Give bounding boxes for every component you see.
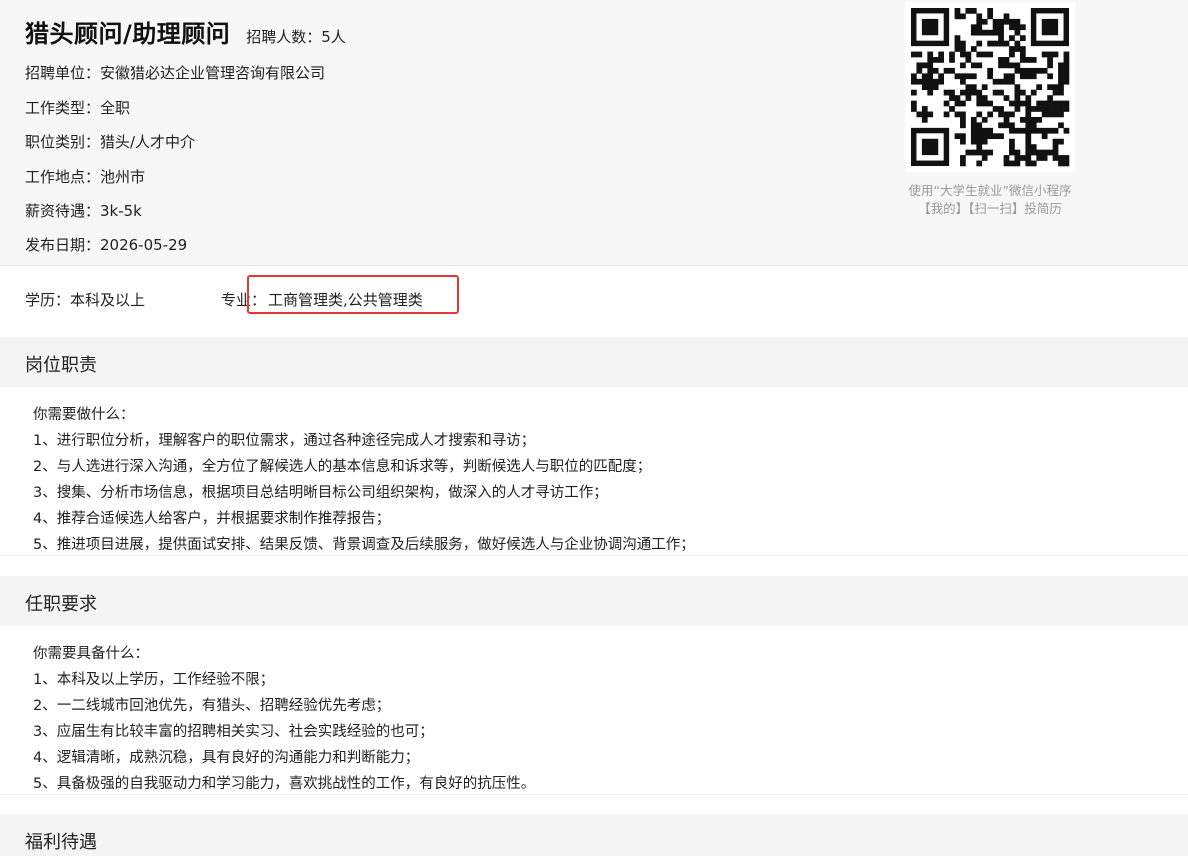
job-title: 猎头顾问/助理顾问 <box>25 20 231 48</box>
company-line: 招聘单位：安徽猎必达企业管理咨询有限公司 <box>25 64 326 82</box>
section-duties-header: 岗位职责 <box>0 337 1188 387</box>
publish-date-line: 发布日期：2026-05-29 <box>25 236 188 254</box>
list-item: 你需要做什么： <box>33 407 135 423</box>
list-item: 2、一二线城市回池优先，有猎头、招聘经验优先考虑； <box>33 698 391 714</box>
qualifications-list: 你需要具备什么： 1、本科及以上学历，工作经验不限； 2、一二线城市回池优先，有… <box>33 641 1173 797</box>
section-benefits-header: 福利待遇 <box>0 814 1188 856</box>
qr-caption-line2: 【我的】【扫一扫】投简历 <box>918 201 1062 216</box>
list-item: 4、推荐合适候选人给客户，并根据要求制作推荐报告； <box>33 511 391 527</box>
qr-code-image <box>905 2 1075 172</box>
title-row: 猎头顾问/助理顾问 招聘人数：5人 <box>25 14 346 49</box>
section-benefits-title: 福利待遇 <box>25 832 97 853</box>
education-requirement: 学历：本科及以上 <box>25 291 146 309</box>
category-line: 职位类别：猎头/人才中介 <box>25 133 196 151</box>
headcount: 招聘人数：5人 <box>246 28 346 46</box>
qr-caption-line1: 使用“大学生就业”微信小程序 <box>908 183 1072 198</box>
list-item: 3、应届生有比较丰富的招聘相关实习、社会实践经验的也可； <box>33 724 434 740</box>
duties-list: 你需要做什么： 1、进行职位分析，理解客户的职位需求，通过各种途径完成人才搜索和… <box>33 402 1173 558</box>
qr-code-icon <box>911 8 1070 167</box>
job-type-line: 工作类型：全职 <box>25 99 131 117</box>
qr-caption: 使用“大学生就业”微信小程序 【我的】【扫一扫】投简历 <box>880 182 1100 218</box>
section-qualifications-title: 任职要求 <box>25 594 97 615</box>
section-duties-title: 岗位职责 <box>25 355 97 376</box>
divider <box>0 555 1188 556</box>
list-item: 1、本科及以上学历，工作经验不限； <box>33 672 275 688</box>
major-highlight-box <box>247 275 459 314</box>
list-item: 2、与人选进行深入沟通，全方位了解候选人的基本信息和诉求等，判断候选人与职位的匹… <box>33 459 652 475</box>
list-item: 你需要具备什么： <box>33 646 149 662</box>
list-item: 3、搜集、分析市场信息，根据项目总结明晰目标公司组织架构，做深入的人才寻访工作； <box>33 485 608 501</box>
divider <box>0 794 1188 795</box>
job-detail-page: 猎头顾问/助理顾问 招聘人数：5人 招聘单位：安徽猎必达企业管理咨询有限公司 工… <box>0 0 1188 856</box>
list-item: 1、进行职位分析，理解客户的职位需求，通过各种途径完成人才搜索和寻访； <box>33 433 536 449</box>
salary-line: 薪资待遇：3k-5k <box>25 202 142 220</box>
section-qualifications-header: 任职要求 <box>0 576 1188 626</box>
job-header: 猎头顾问/助理顾问 招聘人数：5人 招聘单位：安徽猎必达企业管理咨询有限公司 工… <box>0 0 1188 266</box>
location-line: 工作地点：池州市 <box>25 168 146 186</box>
list-item: 4、逻辑清晰，成熟沉稳，具有良好的沟通能力和判断能力； <box>33 750 420 766</box>
